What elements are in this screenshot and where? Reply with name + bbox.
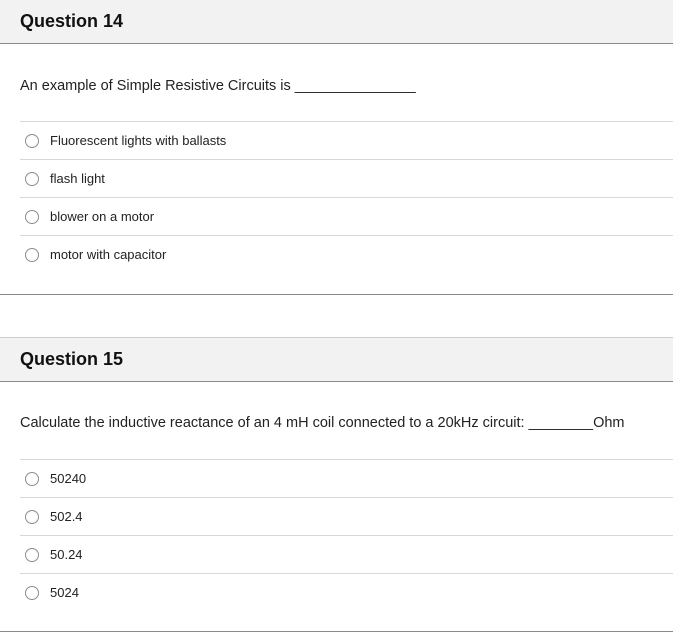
question-header: Question 15 xyxy=(0,337,673,382)
answer-option[interactable]: Fluorescent lights with ballasts xyxy=(20,121,673,159)
radio-button[interactable] xyxy=(25,133,39,148)
radio-button[interactable] xyxy=(25,547,39,562)
radio-button[interactable] xyxy=(25,471,39,486)
radio-button[interactable] xyxy=(25,209,39,224)
option-label: 502.4 xyxy=(50,509,83,524)
answer-option[interactable]: 5024 xyxy=(20,573,673,611)
option-label: Fluorescent lights with ballasts xyxy=(50,133,227,148)
answer-option[interactable]: motor with capacitor xyxy=(20,235,673,273)
option-label: flash light xyxy=(50,171,105,186)
radio-button[interactable] xyxy=(25,585,39,600)
option-label: blower on a motor xyxy=(50,209,155,224)
radio-button[interactable] xyxy=(25,247,39,262)
answer-options: Fluorescent lights with ballasts flash l… xyxy=(20,121,673,273)
answer-option[interactable]: flash light xyxy=(20,159,673,197)
option-label: 50.24 xyxy=(50,547,83,562)
question-15: Question 15 Calculate the inductive reac… xyxy=(0,337,673,600)
question-title: Question 15 xyxy=(20,349,124,369)
answer-option[interactable]: 50.24 xyxy=(20,535,673,573)
question-header: Question 14 xyxy=(0,0,673,44)
answer-option[interactable]: 502.4 xyxy=(20,497,673,535)
answer-option[interactable]: blower on a motor xyxy=(20,197,673,235)
option-label: motor with capacitor xyxy=(50,247,167,262)
answer-options: 50240 502.4 50.24 5024 xyxy=(20,459,673,611)
divider xyxy=(0,294,673,295)
option-label: 5024 xyxy=(50,585,79,600)
answer-option[interactable]: 50240 xyxy=(20,459,673,497)
divider xyxy=(0,631,673,632)
question-text: An example of Simple Resistive Circuits … xyxy=(20,78,416,94)
option-label: 50240 xyxy=(50,471,87,486)
question-text: Calculate the inductive reactance of an … xyxy=(20,415,625,431)
question-14: Question 14 An example of Simple Resisti… xyxy=(0,0,673,262)
radio-button[interactable] xyxy=(25,171,39,186)
question-title: Question 14 xyxy=(20,11,124,31)
radio-button[interactable] xyxy=(25,509,39,524)
